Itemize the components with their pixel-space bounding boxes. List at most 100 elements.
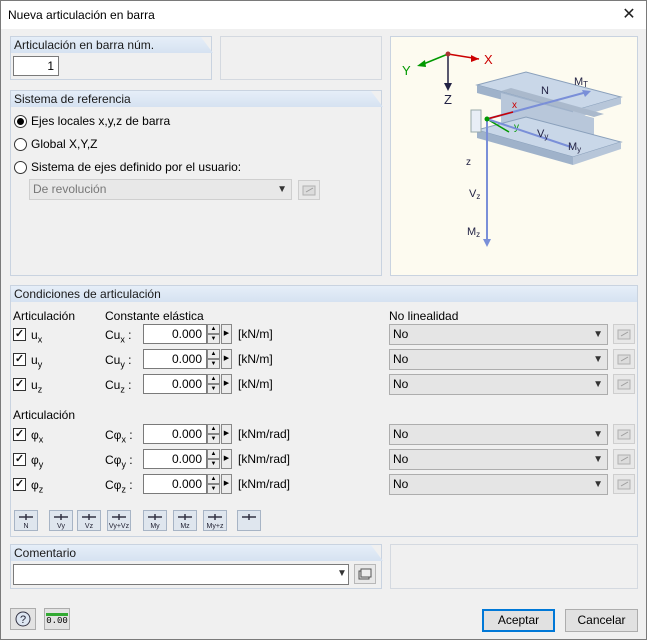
member-info-panel [220,36,382,80]
cancel-button[interactable]: Cancelar [565,609,638,632]
spin-down-icon[interactable]: ▼ [207,484,220,494]
spring-value-phi-x[interactable]: 0.000 [143,424,207,444]
spring-value-phi-z[interactable]: 0.000 [143,474,207,494]
comment-input[interactable] [13,564,349,585]
spring-detail-button-phi-z[interactable]: ▶ [221,474,232,494]
spin-up-icon[interactable]: ▲ [207,424,220,434]
spin-up-icon[interactable]: ▲ [207,349,220,359]
window-title: Nueva articulación en barra [8,8,155,22]
edit-icon [617,379,631,390]
edit-icon [617,329,631,340]
spinner-u-x[interactable]: ▲ ▼ [207,324,220,344]
nonlinearity-select-u-z[interactable]: No ▼ [389,374,608,395]
radio-user-axes[interactable] [14,161,27,174]
toolbar-button-1[interactable]: Vy [49,510,73,531]
spinner-u-z[interactable]: ▲ ▼ [207,374,220,394]
nonlinearity-select-u-y[interactable]: No ▼ [389,349,608,370]
title-bar[interactable]: Nueva articulación en barra ✕ [1,1,646,29]
spring-detail-button-u-y[interactable]: ▶ [221,349,232,369]
edit-icon [617,354,631,365]
spring-detail-button-u-z[interactable]: ▶ [221,374,232,394]
user-axes-select[interactable]: De revolución ▼ [29,179,292,200]
spin-up-icon[interactable]: ▲ [207,449,220,459]
nonlinearity-edit-button-phi-x[interactable] [613,424,635,444]
svg-text:MT: MT [574,76,588,89]
edit-icon [302,185,316,196]
rotations-subheader: Articulación [13,408,76,422]
nonlinearity-select-u-x[interactable]: No ▼ [389,324,608,345]
radio-global-axes[interactable] [14,138,27,151]
member-diagram: X Y Z N MT x y Vy My z Vz Mz [402,51,623,247]
spring-unit-u-y: [kN/m] [238,352,273,366]
chevron-down-icon: ▼ [337,568,347,579]
column-release-header: Articulación [13,309,76,323]
spring-value-u-x[interactable]: 0.000 [143,324,207,344]
spin-up-icon[interactable]: ▲ [207,474,220,484]
spinner-phi-y[interactable]: ▲ ▼ [207,449,220,469]
nonlinearity-edit-button-phi-y[interactable] [613,449,635,469]
spring-unit-u-x: [kN/m] [238,327,273,341]
column-spring-header: Constante elástica [105,309,204,323]
toolbar-button-3[interactable]: Vy+Vz [107,510,131,531]
release-checkbox-phi-y[interactable] [13,453,26,466]
member-number-input[interactable]: 1 [13,56,59,76]
svg-text:Vy: Vy [57,523,65,530]
release-checkbox-u-y[interactable] [13,353,26,366]
toolbar-button-4[interactable]: My [143,510,167,531]
svg-text:x: x [512,100,517,111]
spring-detail-button-phi-y[interactable]: ▶ [221,449,232,469]
spring-label-phi-x: Cφx : [105,428,133,445]
nonlinearity-value-phi-z: No [393,477,409,491]
spring-label-phi-y: Cφy : [105,453,133,470]
comment-label: Comentario [11,545,383,561]
svg-text:N: N [541,85,549,97]
spring-value-phi-y[interactable]: 0.000 [143,449,207,469]
nonlinearity-edit-button-u-x[interactable] [613,324,635,344]
spring-detail-button-u-x[interactable]: ▶ [221,324,232,344]
comment-library-button[interactable] [354,564,376,584]
help-button[interactable]: ? [10,608,36,630]
nonlinearity-select-phi-x[interactable]: No ▼ [389,424,608,445]
release-checkbox-phi-x[interactable] [13,428,26,441]
spring-detail-button-phi-x[interactable]: ▶ [221,424,232,444]
radio-user-axes-label: Sistema de ejes definido por el usuario: [31,160,242,174]
nonlinearity-edit-button-u-y[interactable] [613,349,635,369]
spring-value-u-z[interactable]: 0.000 [143,374,207,394]
close-icon[interactable]: ✕ [618,4,640,26]
release-checkbox-u-z[interactable] [13,378,26,391]
ok-button[interactable]: Aceptar [482,609,555,632]
spinner-phi-z[interactable]: ▲ ▼ [207,474,220,494]
chevron-down-icon: ▼ [593,329,603,340]
svg-text:N: N [23,523,28,530]
toolbar-button-7[interactable] [237,510,261,531]
spinner-phi-x[interactable]: ▲ ▼ [207,424,220,444]
spin-down-icon[interactable]: ▼ [207,359,220,369]
nonlinearity-select-phi-z[interactable]: No ▼ [389,474,608,495]
release-My-icon: My [148,514,162,530]
spin-down-icon[interactable]: ▼ [207,459,220,469]
nonlinearity-select-phi-y[interactable]: No ▼ [389,449,608,470]
spring-label-u-x: Cux : [105,328,132,345]
spin-up-icon[interactable]: ▲ [207,324,220,334]
toolbar-button-6[interactable]: My+z [203,510,227,531]
release-My-Mz-icon: My+z [207,514,224,530]
toolbar-button-5[interactable]: Mz [173,510,197,531]
release-checkbox-u-x[interactable] [13,328,26,341]
spin-down-icon[interactable]: ▼ [207,334,220,344]
chevron-down-icon: ▼ [593,429,603,440]
units-button[interactable]: 0.00 [44,608,70,630]
spin-down-icon[interactable]: ▼ [207,384,220,394]
nonlinearity-edit-button-phi-z[interactable] [613,474,635,494]
edit-axes-button[interactable] [298,180,320,200]
nonlinearity-edit-button-u-z[interactable] [613,374,635,394]
toolbar-button-0[interactable]: N [14,510,38,531]
release-Vz-icon: Vz [82,514,96,530]
release-checkbox-phi-z[interactable] [13,478,26,491]
radio-local-axes[interactable] [14,115,27,128]
spinner-u-y[interactable]: ▲ ▼ [207,349,220,369]
spin-down-icon[interactable]: ▼ [207,434,220,444]
spring-value-u-y[interactable]: 0.000 [143,349,207,369]
spin-up-icon[interactable]: ▲ [207,374,220,384]
svg-text:?: ? [20,614,26,626]
toolbar-button-2[interactable]: Vz [77,510,101,531]
